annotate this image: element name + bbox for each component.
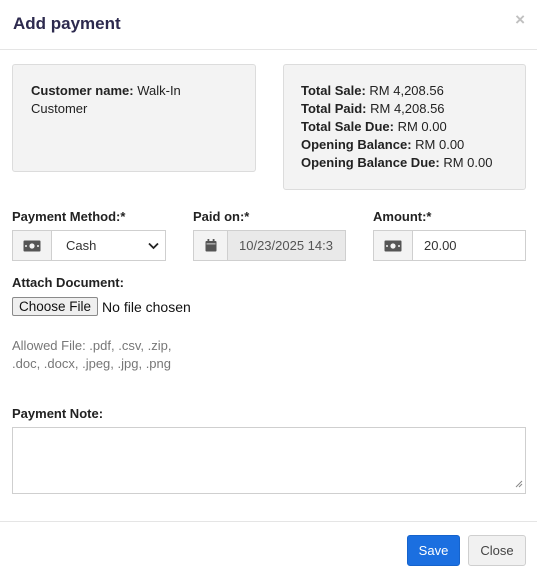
- amount-input[interactable]: 20.00: [413, 231, 525, 260]
- opening-balance-row: Opening Balance: RM 0.00: [301, 136, 508, 154]
- total-paid-row: Total Paid: RM 4,208.56: [301, 100, 508, 118]
- amount-label: Amount:*: [373, 209, 432, 224]
- total-sale-due-row: Total Sale Due: RM 0.00: [301, 118, 508, 136]
- file-input: Choose File No file chosen: [12, 297, 191, 316]
- opening-balance-label: Opening Balance:: [301, 137, 412, 152]
- opening-balance-due-label: Opening Balance Due:: [301, 155, 440, 170]
- money-icon: [374, 231, 413, 260]
- customer-name-label: Customer name:: [31, 83, 134, 98]
- payment-note-textarea[interactable]: [12, 427, 526, 494]
- payment-method-select[interactable]: Cash: [52, 231, 165, 260]
- resize-handle-icon[interactable]: [515, 476, 523, 491]
- payment-method-group: Cash: [12, 230, 166, 261]
- choose-file-button[interactable]: Choose File: [12, 297, 99, 316]
- opening-balance-due-row: Opening Balance Due: RM 0.00: [301, 154, 508, 172]
- paid-on-input[interactable]: 10/23/2025 14:3: [228, 231, 345, 260]
- total-paid-label: Total Paid:: [301, 101, 367, 116]
- customer-info-box: Customer name: Walk-In Customer: [12, 64, 256, 172]
- allowed-files-help: Allowed File: .pdf, .csv, .zip, .doc, .d…: [12, 338, 172, 371]
- total-sale-value: RM 4,208.56: [369, 83, 444, 98]
- close-icon[interactable]: ×: [515, 11, 525, 28]
- chevron-down-icon: [148, 238, 159, 253]
- total-sale-due-label: Total Sale Due:: [301, 119, 394, 134]
- opening-balance-due-value: RM 0.00: [443, 155, 493, 170]
- totals-box: Total Sale: RM 4,208.56 Total Paid: RM 4…: [283, 64, 526, 190]
- total-sale-row: Total Sale: RM 4,208.56: [301, 82, 508, 100]
- payment-method-label: Payment Method:*: [12, 209, 126, 224]
- modal-header: Add payment ×: [0, 0, 537, 50]
- total-sale-label: Total Sale:: [301, 83, 366, 98]
- calendar-icon: [194, 231, 228, 260]
- money-icon: [13, 231, 52, 260]
- total-sale-due-value: RM 0.00: [397, 119, 447, 134]
- payment-note-label: Payment Note:: [12, 406, 104, 421]
- amount-group: 20.00: [373, 230, 526, 261]
- opening-balance-value: RM 0.00: [415, 137, 465, 152]
- attach-document-label: Attach Document:: [12, 275, 124, 290]
- modal-title: Add payment: [13, 14, 121, 33]
- no-file-text: No file chosen: [102, 298, 191, 315]
- add-payment-modal: Add payment × Customer name: Walk-In Cus…: [0, 0, 537, 579]
- close-button[interactable]: Close: [468, 535, 526, 566]
- paid-on-label: Paid on:*: [193, 209, 250, 224]
- paid-on-group: 10/23/2025 14:3: [193, 230, 346, 261]
- payment-method-value: Cash: [66, 238, 97, 253]
- total-paid-value: RM 4,208.56: [370, 101, 445, 116]
- save-button[interactable]: Save: [407, 535, 460, 566]
